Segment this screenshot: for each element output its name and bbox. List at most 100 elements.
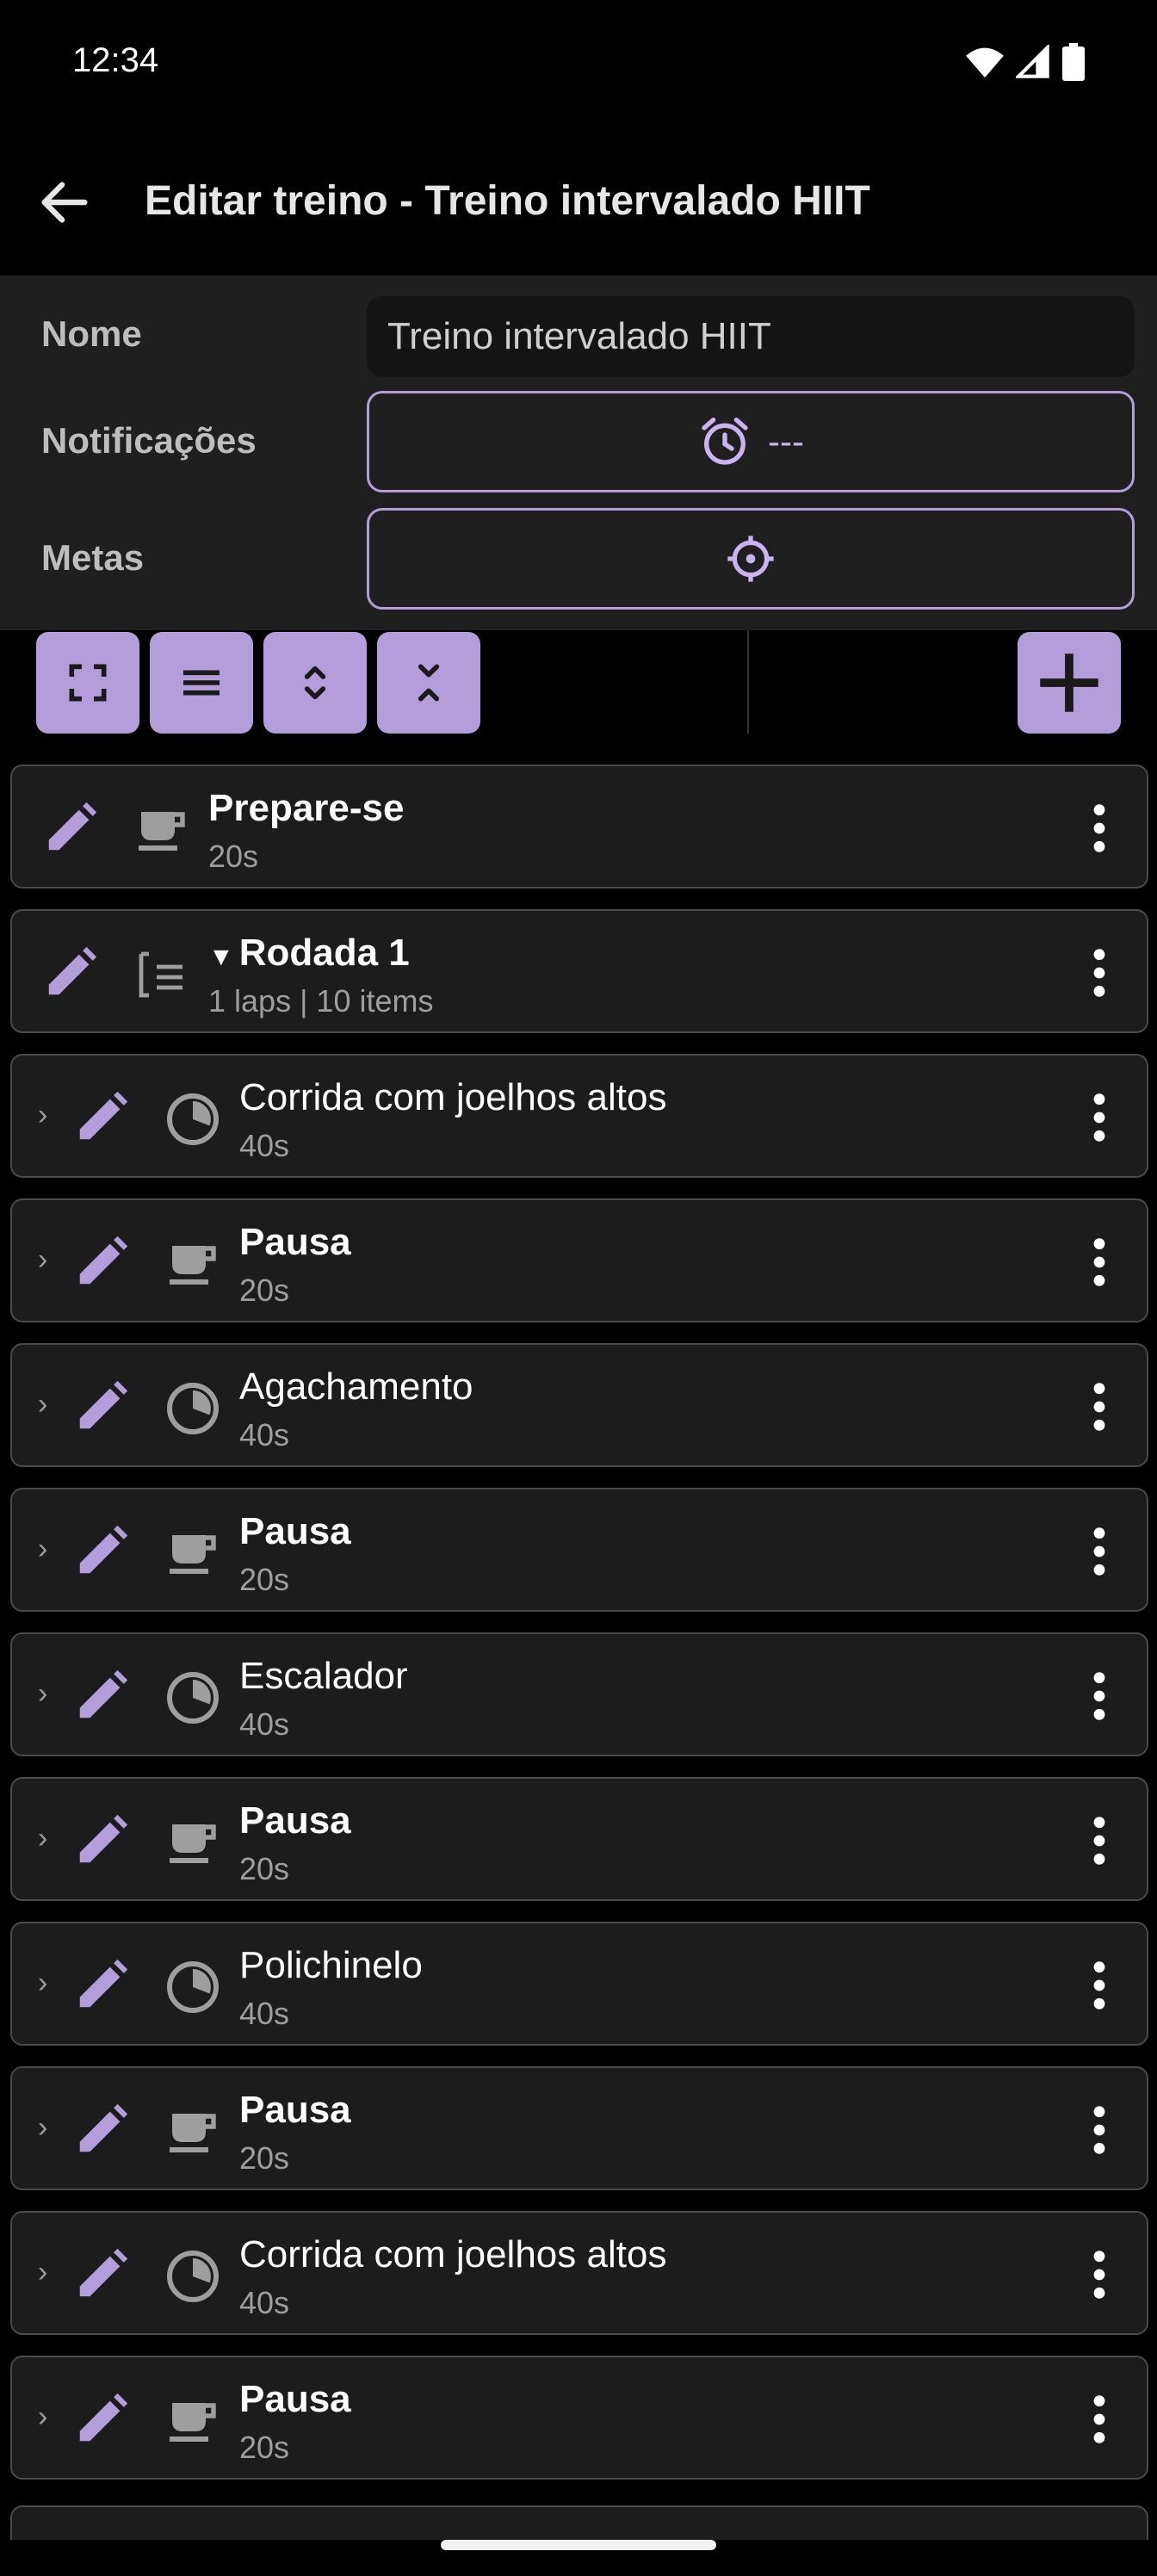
edit-icon[interactable] <box>72 1665 133 1725</box>
list-item-title-text: Pausa <box>239 1221 351 1263</box>
edit-icon[interactable] <box>72 1520 133 1581</box>
more-vert-icon[interactable] <box>1086 1235 1112 1290</box>
list-item-title: Pausa <box>239 1510 351 1553</box>
chevron-right-icon[interactable]: › <box>38 1966 47 2000</box>
home-indicator[interactable] <box>441 2540 716 2550</box>
wifi-icon <box>966 47 1004 78</box>
list-item-subtitle: 40s <box>239 1706 290 1742</box>
edit-icon[interactable] <box>72 2099 133 2159</box>
list-item-subtitle: 40s <box>239 1417 290 1452</box>
workout-item-list: Prepare-se 20s ▼ Rodada 1 1 laps | 10 items ›… <box>10 765 1148 2521</box>
expanded-triangle-icon[interactable]: ▼ <box>208 943 234 971</box>
more-vert-icon[interactable] <box>1086 1669 1112 1724</box>
edit-icon[interactable] <box>72 2244 133 2304</box>
list-item-title-text: Corrida com joelhos altos <box>239 1076 667 1118</box>
expand-all-button[interactable] <box>263 632 367 734</box>
list-item[interactable]: ▼ Rodada 1 1 laps | 10 items <box>10 909 1148 1033</box>
name-label: Nome <box>41 313 142 354</box>
notifications-label: Notificações <box>41 420 257 461</box>
edit-icon[interactable] <box>72 2388 133 2449</box>
edit-icon[interactable] <box>41 797 102 858</box>
chevron-right-icon[interactable]: › <box>38 1822 47 1855</box>
list-item[interactable]: › Pausa 20s <box>10 1488 1148 1612</box>
name-input[interactable]: Treino intervalado HIIT <box>367 296 1135 377</box>
timer-pie-icon <box>167 2251 219 2302</box>
status-time: 12:34 <box>72 41 159 79</box>
chevron-right-icon[interactable]: › <box>38 1243 47 1277</box>
toolbar-divider <box>747 630 749 734</box>
back-arrow-icon[interactable] <box>34 172 95 232</box>
list-item-title: Prepare-se <box>208 787 404 830</box>
edit-icon[interactable] <box>72 1087 133 1147</box>
list-item[interactable]: › Pausa 20s <box>10 1777 1148 1901</box>
chevron-right-icon[interactable]: › <box>38 1677 47 1711</box>
list-item[interactable]: Prepare-se 20s <box>10 765 1148 889</box>
list-item-title-text: Prepare-se <box>208 787 405 829</box>
workout-form: Nome Treino intervalado HIIT Notificaçõe… <box>0 276 1157 630</box>
chevron-right-icon[interactable]: › <box>38 1099 47 1132</box>
list-item[interactable]: › Pausa 20s <box>10 2356 1148 2480</box>
chevron-right-icon[interactable]: › <box>38 1388 47 1421</box>
goals-button[interactable] <box>367 508 1135 610</box>
collapse-icon <box>418 664 440 702</box>
list-item-title: Pausa <box>239 1799 351 1842</box>
list-item-title: Agachamento <box>239 1365 473 1409</box>
more-vert-icon[interactable] <box>1086 1958 1112 2013</box>
more-vert-icon[interactable] <box>1086 945 1112 1000</box>
list-item[interactable]: › Agachamento 40s <box>10 1343 1148 1467</box>
expand-icon <box>304 666 326 700</box>
list-item-subtitle: 20s <box>239 1851 290 1886</box>
list-item[interactable]: › Escalador 40s <box>10 1632 1148 1756</box>
chevron-right-icon[interactable]: › <box>38 2111 47 2145</box>
chevron-right-icon[interactable]: › <box>38 1533 47 1566</box>
list-item-subtitle: 1 laps | 10 items <box>208 983 434 1019</box>
cup-icon <box>139 812 185 851</box>
goals-label: Metas <box>41 537 145 578</box>
collapse-all-button[interactable] <box>377 632 480 734</box>
list-item[interactable]: › Corrida com joelhos altos 40s <box>10 1054 1148 1178</box>
list-item-title: Pausa <box>239 2378 351 2421</box>
list-item[interactable]: › Pausa 20s <box>10 2066 1148 2190</box>
list-item-subtitle: 40s <box>239 2285 290 2320</box>
list-item-title-text: Pausa <box>239 1799 351 1842</box>
notifications-button[interactable]: --- <box>367 391 1135 492</box>
menu-lines-icon <box>183 670 220 696</box>
list-item-title-text: Rodada 1 <box>238 932 410 974</box>
more-vert-icon[interactable] <box>1086 2247 1112 2302</box>
notifications-value: --- <box>768 421 804 461</box>
app-bar: Editar treino - Treino intervalado HIIT <box>0 129 1157 276</box>
list-item-subtitle: 40s <box>239 1996 290 2031</box>
list-view-button[interactable] <box>150 632 253 734</box>
list-item-title: Escalador <box>239 1655 408 1698</box>
list-item-title: Corrida com joelhos altos <box>239 2233 666 2276</box>
more-vert-icon[interactable] <box>1086 1813 1112 1868</box>
list-item[interactable]: › Corrida com joelhos altos 40s <box>10 2211 1148 2335</box>
list-item[interactable]: › Polichinelo 40s <box>10 1922 1148 2046</box>
list-item-title-text: Pausa <box>239 2378 351 2420</box>
list-icon <box>139 951 183 998</box>
list-item-title: Pausa <box>239 1221 351 1264</box>
chevron-right-icon[interactable]: › <box>38 2400 47 2434</box>
more-vert-icon[interactable] <box>1086 801 1112 856</box>
fullscreen-button[interactable] <box>36 632 139 734</box>
edit-icon[interactable] <box>72 1810 133 1870</box>
more-vert-icon[interactable] <box>1086 2102 1112 2158</box>
list-item-subtitle: 20s <box>239 2430 290 2465</box>
list-item-title-text: Polichinelo <box>239 1944 423 1986</box>
more-vert-icon[interactable] <box>1086 1090 1112 1145</box>
edit-icon[interactable] <box>72 1231 133 1291</box>
edit-icon[interactable] <box>41 942 102 1002</box>
list-item-title-text: Pausa <box>239 1510 351 1552</box>
edit-icon[interactable] <box>72 1954 133 2015</box>
add-item-button[interactable] <box>1018 632 1121 734</box>
list-item[interactable]: › Pausa 20s <box>10 1198 1148 1322</box>
cup-icon <box>170 2114 216 2152</box>
more-vert-icon[interactable] <box>1086 1379 1112 1434</box>
list-toolbar <box>0 630 1157 751</box>
more-vert-icon[interactable] <box>1086 1524 1112 1579</box>
timer-pie-icon <box>167 1961 219 2013</box>
alarm-icon <box>702 418 748 465</box>
edit-icon[interactable] <box>72 1376 133 1436</box>
more-vert-icon[interactable] <box>1086 2392 1112 2447</box>
chevron-right-icon[interactable]: › <box>38 2256 47 2289</box>
